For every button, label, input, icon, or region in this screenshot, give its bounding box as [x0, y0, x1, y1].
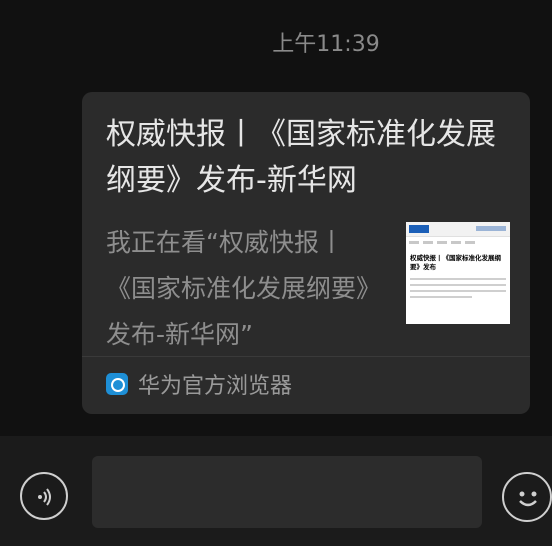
thumbnail-text-line — [410, 290, 506, 292]
message-input[interactable] — [92, 456, 482, 528]
link-source: 华为官方浏览器 — [106, 366, 292, 402]
thumbnail-header — [406, 222, 510, 237]
thumbnail-headline: 权威快报丨《国家标准化发展纲要》发布 — [410, 254, 501, 271]
site-logo — [409, 225, 429, 233]
thumbnail-nav — [406, 237, 510, 248]
thumbnail-text-line — [410, 296, 473, 298]
message-timestamp: 上午11:39 — [272, 32, 380, 57]
emoji-icon — [519, 491, 537, 507]
shared-link-card[interactable]: 权威快报丨《国家标准化发展纲要》发布-新华网 我正在看“权威快报丨《国家标准化发… — [82, 92, 530, 414]
thumbnail-text-line — [410, 284, 506, 286]
card-divider — [82, 356, 530, 357]
link-description: 我正在看“权威快报丨《国家标准化发展纲要》发布-新华网” — [106, 228, 382, 349]
emoji-button[interactable] — [502, 472, 552, 522]
link-thumbnail: 权威快报丨《国家标准化发展纲要》发布 — [406, 222, 510, 324]
thumbnail-text-line — [410, 278, 506, 280]
thumbnail-menu — [476, 226, 506, 231]
voice-icon — [38, 488, 51, 506]
voice-button[interactable] — [20, 472, 68, 520]
chat-input-bar — [0, 436, 552, 546]
link-title: 权威快报丨《国家标准化发展纲要》发布-新华网 — [106, 117, 496, 198]
browser-icon — [106, 373, 128, 395]
source-name: 华为官方浏览器 — [138, 374, 293, 399]
